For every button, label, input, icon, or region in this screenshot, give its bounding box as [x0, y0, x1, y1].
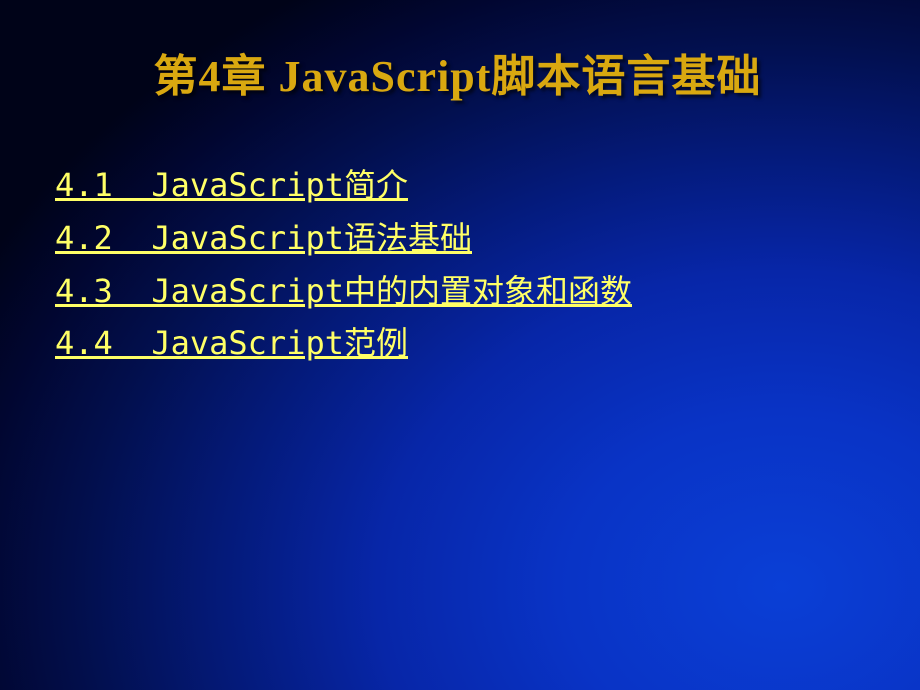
toc-link-4-1[interactable]: 4.1 JavaScript简介 — [55, 166, 408, 204]
toc-link-4-3[interactable]: 4.3 JavaScript中的内置对象和函数 — [55, 272, 632, 310]
toc-item: 4.2 JavaScript语法基础 — [55, 212, 860, 265]
toc-item: 4.1 JavaScript简介 — [55, 159, 860, 212]
toc-item: 4.4 JavaScript范例 — [55, 317, 860, 370]
table-of-contents: 4.1 JavaScript简介 4.2 JavaScript语法基础 4.3 … — [55, 159, 860, 370]
toc-item: 4.3 JavaScript中的内置对象和函数 — [55, 265, 860, 318]
slide-content: 第4章 JavaScript脚本语言基础 4.1 JavaScript简介 4.… — [0, 0, 920, 410]
chapter-title: 第4章 JavaScript脚本语言基础 — [55, 40, 860, 104]
toc-link-4-2[interactable]: 4.2 JavaScript语法基础 — [55, 219, 472, 257]
toc-link-4-4[interactable]: 4.4 JavaScript范例 — [55, 324, 408, 362]
